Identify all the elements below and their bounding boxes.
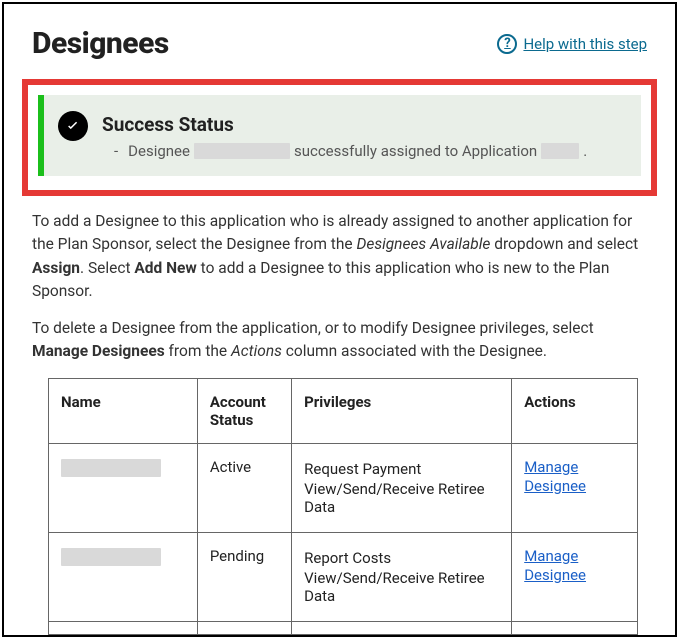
redacted-name-cell: [61, 548, 161, 566]
page-header: Designees ? Help with this step: [32, 26, 647, 61]
success-check-icon: [58, 111, 88, 141]
table-row: Pending Report Costs View/Send/Receive R…: [49, 532, 638, 621]
col-header-privileges: Privileges: [292, 378, 512, 443]
help-icon: ?: [497, 34, 517, 54]
table-row: [49, 621, 638, 634]
status-cell: Active: [197, 443, 291, 532]
redacted-app-id: [541, 143, 579, 159]
status-cell: Pending: [197, 532, 291, 621]
instruction-paragraph-2: To delete a Designee from the applicatio…: [32, 317, 647, 364]
page-title: Designees: [32, 26, 169, 61]
redacted-name: [194, 143, 290, 159]
success-alert: Success Status - Designee successfully a…: [38, 95, 641, 176]
alert-message: - Designee successfully assigned to Appl…: [102, 142, 587, 160]
alert-title: Success Status: [102, 113, 587, 136]
alert-text-block: Success Status - Designee successfully a…: [102, 109, 587, 160]
help-link[interactable]: ? Help with this step: [497, 34, 647, 54]
highlight-box: Success Status - Designee successfully a…: [22, 79, 657, 196]
table-header-row: Name Account Status Privileges Actions: [49, 378, 638, 443]
table-row: Active Request Payment View/Send/Receive…: [49, 443, 638, 532]
redacted-name-cell: [61, 459, 161, 477]
col-header-status: Account Status: [197, 378, 291, 443]
col-header-name: Name: [49, 378, 198, 443]
privileges-cell: Report Costs View/Send/Receive Retiree D…: [292, 532, 512, 621]
manage-designee-link[interactable]: Manage Designee: [524, 458, 625, 497]
help-link-label: Help with this step: [523, 35, 647, 53]
page-frame: Designees ? Help with this step Success …: [2, 2, 677, 637]
manage-designee-link[interactable]: Manage Designee: [524, 547, 625, 586]
col-header-actions: Actions: [512, 378, 638, 443]
instruction-paragraph-1: To add a Designee to this application wh…: [32, 210, 647, 303]
content-area: Designees ? Help with this step Success …: [4, 4, 675, 635]
designees-table: Name Account Status Privileges Actions A…: [48, 378, 638, 635]
privileges-cell: Request Payment View/Send/Receive Retire…: [292, 443, 512, 532]
